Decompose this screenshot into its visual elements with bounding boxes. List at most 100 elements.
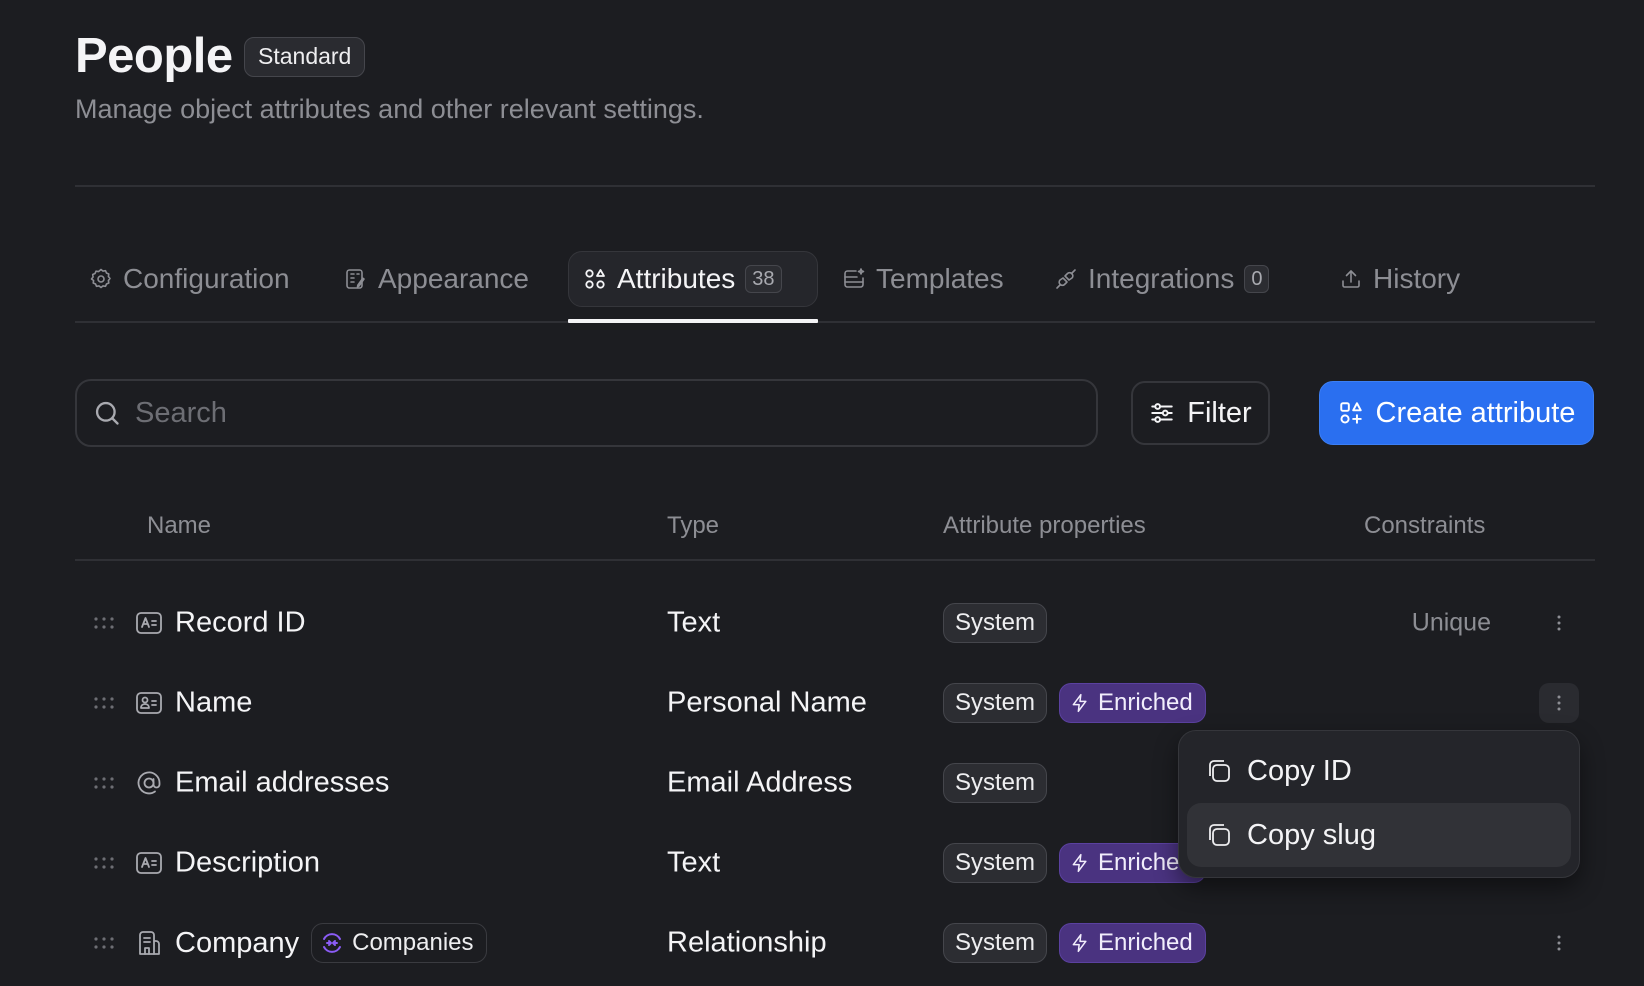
menu-item-label: Copy ID [1247,754,1352,787]
text-icon [135,609,163,637]
lightning-icon [1072,853,1087,873]
search-field[interactable] [75,379,1098,447]
page-title: People [75,29,233,83]
tab-label: Templates [876,263,1004,294]
plug-icon [1054,267,1078,291]
attribute-type: Relationship [667,926,827,959]
table-row[interactable]: Name Personal Name System Enriched [75,673,1595,733]
attribute-name-text: Name [175,686,253,719]
enriched-label: Enriched [1098,929,1193,956]
attribute-type: Email Address [667,766,853,799]
upload-icon [1339,267,1363,291]
text-icon [135,849,163,877]
system-badge: System [943,843,1048,883]
create-attribute-button[interactable]: Create attribute [1319,381,1594,445]
integrations-count-badge: 0 [1244,265,1270,293]
person-card-icon [135,689,163,717]
attribute-name-text: Company [175,926,300,959]
system-badge: System [943,683,1048,723]
active-tab-indicator [568,319,818,323]
relation-target-label: Companies [352,929,474,956]
table-header-divider [75,559,1595,561]
row-context-menu: Copy ID Copy slug [1178,730,1580,878]
row-actions-button[interactable] [1539,923,1579,963]
drag-handle-icon[interactable] [93,775,115,791]
sliders-icon [1149,400,1175,426]
tab-label: Appearance [378,263,530,294]
attribute-properties: System Enriched [943,843,1206,883]
row-actions-button[interactable] [1539,603,1579,643]
menu-item-copy-id[interactable]: Copy ID [1187,739,1571,803]
filter-button[interactable]: Filter [1131,381,1270,445]
drag-handle-icon[interactable] [93,855,115,871]
tab-history[interactable]: History [1325,251,1474,307]
enriched-badge: Enriched [1059,683,1206,723]
table-row[interactable]: Company Companies Relationship System En… [75,913,1595,973]
search-input[interactable] [135,396,1035,430]
system-badge: System [943,923,1048,963]
tab-label: Configuration [123,263,290,294]
attribute-properties: System Enriched [943,683,1206,723]
building-icon [135,929,163,957]
attribute-name: Company Companies [175,923,487,963]
attribute-properties: System [943,603,1048,643]
gear-icon [89,267,113,291]
column-header-properties[interactable]: Attribute properties [943,512,1146,540]
page-subtitle: Manage object attributes and other relev… [75,94,704,124]
tab-templates[interactable]: Templates [828,251,1018,307]
templates-icon [842,267,866,291]
menu-item-copy-slug[interactable]: Copy slug [1187,803,1571,867]
attribute-name-text: Description [175,846,321,879]
filter-label: Filter [1187,396,1252,429]
relation-target-badge[interactable]: Companies [311,923,487,963]
appearance-icon [344,267,368,291]
more-vertical-icon [1557,615,1561,631]
tab-configuration[interactable]: Configuration [75,251,304,307]
attribute-type: Text [667,846,721,879]
attribute-name: Email addresses [175,767,389,800]
column-header-name[interactable]: Name [147,512,211,540]
tab-attributes[interactable]: Attributes 38 [568,251,818,307]
column-header-constraints[interactable]: Constraints [1364,512,1485,540]
tab-appearance[interactable]: Appearance [330,251,543,307]
create-attribute-label: Create attribute [1375,396,1576,429]
attribute-name: Description [175,847,320,880]
lightning-icon [1072,933,1087,953]
attribute-name-text: Record ID [175,606,306,639]
at-icon [135,769,163,797]
attribute-name: Name [175,687,252,720]
tab-integrations[interactable]: Integrations 0 [1040,251,1283,307]
more-vertical-icon [1557,935,1561,951]
row-actions-button[interactable] [1539,683,1579,723]
lightning-icon [1072,693,1087,713]
drag-handle-icon[interactable] [93,695,115,711]
table-row[interactable]: Record ID Text System Unique [75,593,1595,653]
attribute-type: Text [667,606,721,639]
menu-item-label: Copy slug [1247,818,1376,851]
constraint-label: Unique [1411,608,1491,637]
drag-handle-icon[interactable] [93,935,115,951]
enriched-label: Enriched [1098,689,1193,716]
more-vertical-icon [1557,695,1561,711]
column-header-type[interactable]: Type [667,512,719,540]
tab-bar: Configuration Appearance Attributes 38 T… [75,251,1595,321]
shapes-icon [583,267,607,291]
shapes-plus-icon [1338,400,1364,426]
system-badge: System [943,763,1048,803]
relationship-icon [323,933,342,953]
attribute-properties: System [943,763,1048,803]
attribute-properties: System Enriched [943,923,1206,963]
copy-icon [1205,757,1233,785]
copy-icon [1205,821,1233,849]
attribute-name: Record ID [175,607,306,640]
search-icon [93,399,121,427]
attribute-name-text: Email addresses [175,766,390,799]
attributes-count-badge: 38 [745,265,782,293]
enriched-badge: Enriched [1059,923,1206,963]
object-type-badge: Standard [244,37,366,77]
header-divider [75,185,1595,187]
system-badge: System [943,603,1048,643]
tab-label: Attributes [617,263,736,294]
drag-handle-icon[interactable] [93,615,115,631]
tabs-divider [75,321,1595,323]
